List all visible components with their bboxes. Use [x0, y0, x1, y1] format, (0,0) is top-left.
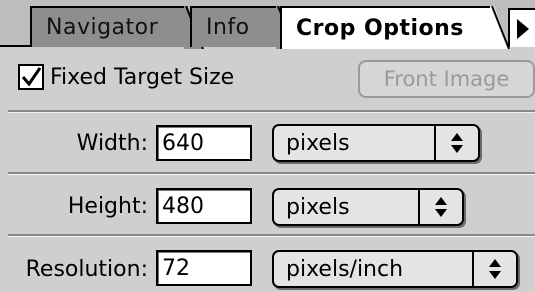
width-input[interactable] — [156, 125, 252, 161]
select-stepper — [434, 126, 478, 160]
width-unit-value: pixels — [286, 130, 350, 156]
divider — [8, 172, 535, 175]
palette-menu-button[interactable] — [508, 8, 535, 47]
up-down-arrows-icon — [435, 197, 447, 217]
divider — [8, 110, 535, 113]
up-down-arrows-icon — [489, 259, 501, 279]
tab-info-label: Info — [206, 15, 250, 40]
fixed-target-size-label: Fixed Target Size — [50, 65, 235, 90]
resolution-input[interactable] — [156, 250, 252, 286]
tab-crop-options[interactable]: Crop Options — [280, 6, 510, 49]
tab-navigator-label: Navigator — [46, 15, 159, 40]
height-label: Height: — [67, 194, 148, 219]
fixed-target-size-checkbox[interactable] — [18, 64, 44, 90]
checkmark-icon — [21, 67, 42, 87]
resolution-unit-value: pixels/inch — [286, 256, 404, 282]
resolution-label: Resolution: — [25, 257, 148, 282]
select-stepper — [418, 190, 462, 224]
triangle-right-icon — [516, 18, 529, 39]
width-unit-select[interactable]: pixels — [272, 124, 480, 162]
select-stepper — [472, 252, 516, 286]
width-label: Width: — [76, 131, 148, 156]
crop-options-palette: Navigator Info Crop Options Fixed Target… — [0, 0, 535, 292]
up-down-arrows-icon — [451, 133, 463, 153]
front-image-button[interactable]: Front Image — [358, 60, 535, 98]
height-unit-select[interactable]: pixels — [272, 188, 464, 226]
tab-navigator[interactable]: Navigator — [30, 6, 204, 49]
height-input[interactable] — [156, 188, 252, 224]
height-unit-value: pixels — [286, 194, 350, 220]
tab-info[interactable]: Info — [190, 6, 296, 49]
tab-crop-options-label: Crop Options — [296, 16, 464, 41]
divider — [8, 234, 535, 237]
resolution-unit-select[interactable]: pixels/inch — [272, 250, 518, 288]
palette-tab-bar: Navigator Info Crop Options — [0, 0, 535, 49]
